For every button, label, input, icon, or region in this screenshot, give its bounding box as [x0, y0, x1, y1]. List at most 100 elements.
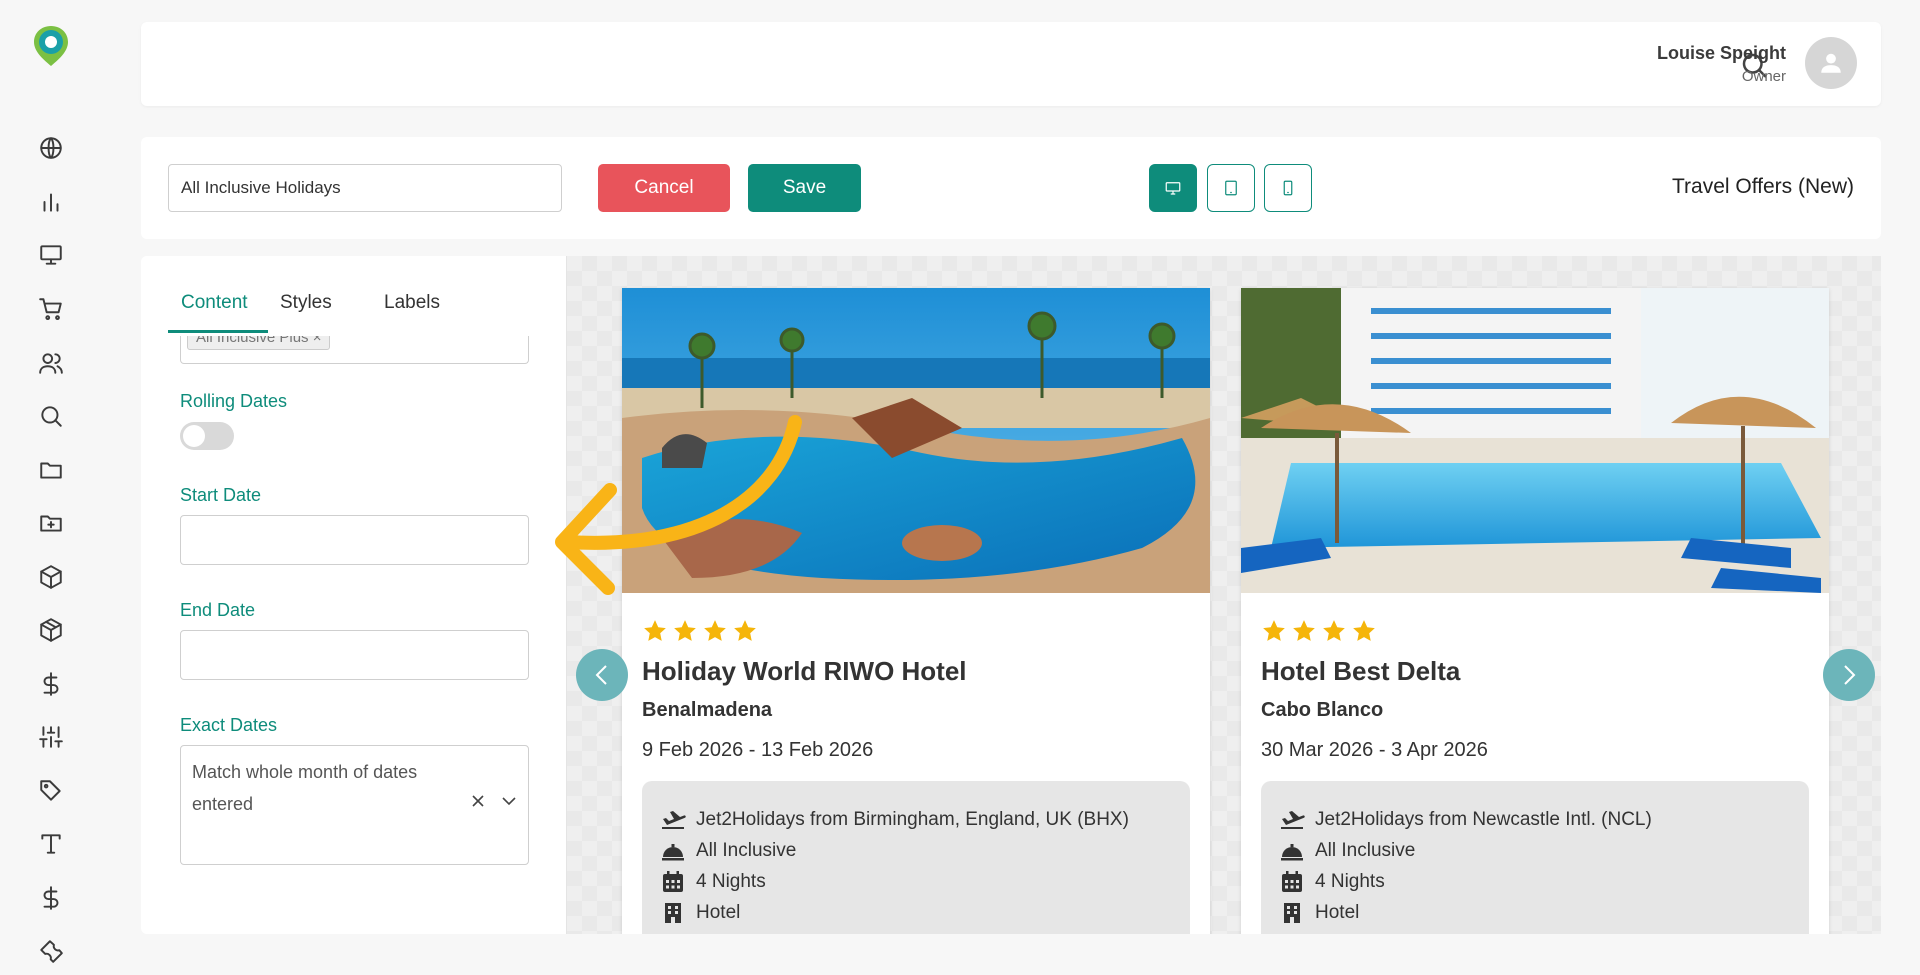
flight-text: Jet2Holidays from Newcastle Intl. (NCL): [1315, 809, 1652, 830]
panel-tabs: Content Styles Labels: [168, 292, 548, 332]
offer-name-input[interactable]: [168, 164, 562, 212]
calendar-icon: [1282, 871, 1302, 892]
hotel-image: [622, 288, 1210, 593]
rolling-dates-toggle[interactable]: [180, 422, 234, 450]
wrench-icon[interactable]: [36, 936, 66, 966]
board-row: All Inclusive: [1279, 838, 1415, 864]
tab-labels[interactable]: Labels: [384, 292, 440, 314]
board-row: All Inclusive: [660, 838, 796, 864]
search-icon[interactable]: [36, 401, 66, 431]
box-icon[interactable]: [36, 562, 66, 592]
active-tab-indicator: [168, 330, 268, 333]
nights-row: 4 Nights: [1279, 869, 1385, 895]
package-icon[interactable]: [36, 615, 66, 645]
cart-icon[interactable]: [36, 294, 66, 324]
rolling-dates-label: Rolling Dates: [180, 391, 288, 411]
offer-card[interactable]: Hotel Best Delta Cabo Blanco 30 Mar 2026…: [1241, 288, 1829, 934]
clear-icon[interactable]: [471, 794, 485, 808]
carousel-prev-button[interactable]: [576, 649, 628, 701]
users-icon[interactable]: [36, 348, 66, 378]
dollar-icon[interactable]: [36, 669, 66, 699]
user-icon: [1821, 53, 1841, 73]
star-icon: [704, 620, 726, 641]
hotel-name: Hotel Best Delta: [1261, 656, 1461, 686]
type-row: Hotel: [660, 900, 740, 926]
end-date-input[interactable]: [180, 630, 529, 680]
mobile-view-button[interactable]: [1264, 164, 1312, 212]
type-text: Hotel: [1315, 902, 1360, 923]
hotel-icon: [665, 903, 681, 923]
carousel-next-button[interactable]: [1823, 649, 1875, 701]
offer-details: Jet2Holidays from Newcastle Intl. (NCL) …: [1261, 781, 1809, 934]
chevron-down-icon[interactable]: [501, 794, 517, 808]
start-date-label: Start Date: [180, 485, 262, 505]
travel-dates: 9 Feb 2026 - 13 Feb 2026: [642, 739, 874, 761]
folder-plus-icon[interactable]: [36, 508, 66, 538]
user-name[interactable]: Louise Speight: [1657, 43, 1786, 64]
chevron-left-icon: [595, 665, 607, 685]
tab-content[interactable]: Content: [181, 292, 248, 314]
exact-dates-label: Exact Dates: [180, 715, 278, 735]
star-icon: [734, 620, 756, 641]
monitor-icon[interactable]: [36, 240, 66, 270]
board-text: All Inclusive: [1315, 840, 1416, 861]
exact-dates-select[interactable]: Match whole month of dates entered: [180, 745, 529, 865]
avatar[interactable]: [1805, 37, 1857, 89]
dollar-icon[interactable]: [36, 883, 66, 913]
chip-label: All Inclusive Plus: [196, 336, 309, 346]
editor-toolbar: Cancel Save Travel Offers (New): [141, 137, 1881, 239]
tablet-view-button[interactable]: [1207, 164, 1255, 212]
offer-card[interactable]: Holiday World RIWO Hotel Benalmadena 9 F…: [622, 288, 1210, 934]
star-rating: [642, 618, 758, 644]
star-icon: [1323, 620, 1345, 641]
page-title: Travel Offers (New): [1671, 175, 1854, 198]
star-icon: [644, 620, 666, 641]
flight-text: Jet2Holidays from Birmingham, England, U…: [696, 809, 1129, 830]
star-icon: [1263, 620, 1285, 641]
type-text: Hotel: [696, 902, 741, 923]
start-date-input[interactable]: [180, 515, 529, 565]
tablet-icon: [1225, 180, 1237, 196]
text-type-icon[interactable]: [36, 829, 66, 859]
flight-row: Jet2Holidays from Birmingham, England, U…: [660, 807, 1129, 833]
board-type-chip[interactable]: All Inclusive Plus ×: [187, 336, 331, 350]
tabs-bar: Content Styles Labels: [141, 256, 566, 336]
end-date-label: End Date: [180, 600, 256, 620]
tag-icon[interactable]: [36, 776, 66, 806]
mobile-icon: [1283, 180, 1293, 196]
brand-logo[interactable]: [32, 24, 70, 68]
hotel-name: Holiday World RIWO Hotel: [642, 656, 967, 686]
board-text: All Inclusive: [696, 840, 797, 861]
desktop-view-button[interactable]: [1149, 164, 1197, 212]
service-bell-icon: [662, 844, 684, 861]
calendar-icon: [663, 871, 683, 892]
chevron-right-icon: [1844, 665, 1856, 685]
nights-text: 4 Nights: [696, 871, 766, 892]
exact-dates-value: Match whole month of dates entered: [192, 762, 418, 814]
bar-chart-icon[interactable]: [36, 187, 66, 217]
settings-panel: All Inclusive Plus × Content Styles Labe…: [141, 256, 566, 934]
desktop-icon: [1165, 182, 1181, 195]
board-type-select[interactable]: All Inclusive Plus ×: [180, 336, 529, 364]
top-bar: Louise Speight Owner: [141, 22, 1881, 106]
hotel-image: [1241, 288, 1829, 593]
plane-departure-icon: [662, 811, 686, 829]
nights-row: 4 Nights: [660, 869, 766, 895]
save-button[interactable]: Save: [748, 164, 861, 212]
plane-departure-icon: [1281, 811, 1305, 829]
star-icon: [1353, 620, 1375, 641]
offer-details: Jet2Holidays from Birmingham, England, U…: [642, 781, 1190, 934]
folder-icon[interactable]: [36, 455, 66, 485]
star-icon: [674, 620, 696, 641]
type-row: Hotel: [1279, 900, 1359, 926]
preview-canvas: Holiday World RIWO Hotel Benalmadena 9 F…: [566, 256, 1881, 934]
star-rating: [1261, 618, 1377, 644]
hotel-icon: [1284, 903, 1300, 923]
tab-styles[interactable]: Styles: [280, 292, 332, 314]
cancel-button[interactable]: Cancel: [598, 164, 730, 212]
sliders-icon[interactable]: [36, 722, 66, 752]
travel-dates: 30 Mar 2026 - 3 Apr 2026: [1261, 739, 1488, 761]
nights-text: 4 Nights: [1315, 871, 1385, 892]
globe-icon[interactable]: [36, 133, 66, 163]
sidebar: [0, 0, 102, 975]
